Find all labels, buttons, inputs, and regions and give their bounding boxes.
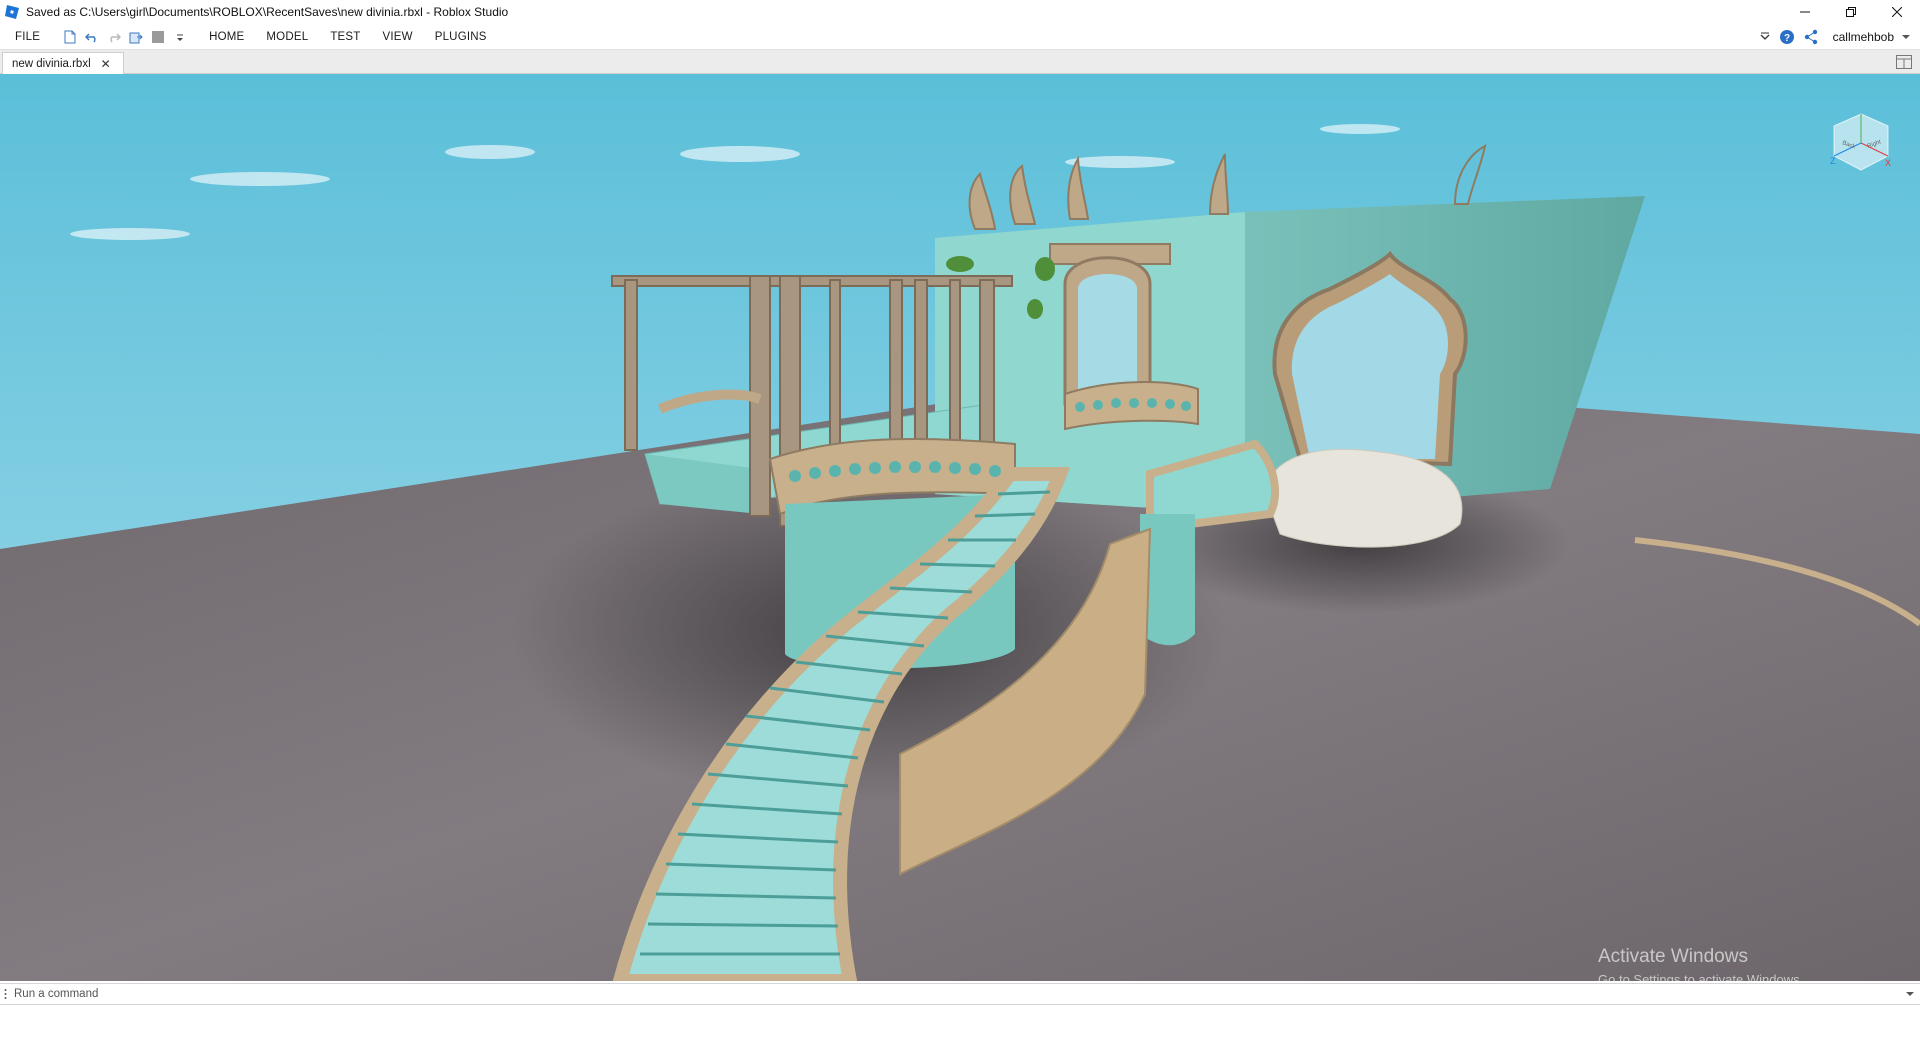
close-icon [1892,7,1902,17]
tab-view[interactable]: VIEW [372,31,424,43]
quick-access-toolbar [62,29,188,45]
document-tab-row: new divinia.rbxl ✕ [0,50,1920,74]
window-title: Saved as C:\Users\girl\Documents\ROBLOX\… [26,5,509,19]
collapse-ribbon-icon[interactable] [1759,31,1771,43]
bottom-empty-area [0,1005,1920,1040]
publish-icon[interactable] [128,29,144,45]
help-icon[interactable]: ? [1779,29,1795,45]
tab-test[interactable]: TEST [319,31,371,43]
scene-render [0,74,1920,981]
command-history-dropdown[interactable] [1900,985,1920,1003]
ribbon-menu-bar: FILE HOME MODEL TEST VIEW PLUGINS ? call… [0,24,1920,50]
command-bar [0,983,1920,1005]
watermark-title: Activate Windows [1598,946,1748,967]
undo-icon[interactable] [84,29,100,45]
svg-text:?: ? [1784,33,1790,44]
roblox-studio-icon [5,5,19,19]
pane-options-button[interactable] [1894,53,1914,71]
file-menu[interactable]: FILE [0,31,52,43]
share-icon[interactable] [1803,29,1819,45]
command-input[interactable] [10,985,1900,1003]
activate-windows-watermark: Activate Windows Go to Settings to activ… [1598,946,1803,981]
tab-model[interactable]: MODEL [255,31,319,43]
restore-button[interactable] [1828,0,1874,24]
document-tab[interactable]: new divinia.rbxl ✕ [2,52,124,74]
restore-icon [1846,7,1856,17]
chevron-down-icon [1906,992,1914,996]
username-label[interactable]: callmehbob [1833,30,1894,44]
3d-viewport[interactable]: Z X Back Right Activate Windows Go to Se… [0,74,1920,981]
axis-z-label: Z [1830,156,1836,166]
minimize-icon [1800,11,1810,13]
document-tab-label: new divinia.rbxl [12,57,91,70]
stop-icon[interactable] [150,29,166,45]
watermark-subtitle: Go to Settings to activate Windows. [1598,972,1804,981]
command-bar-grip[interactable] [0,986,10,1002]
user-dropdown-icon[interactable] [1902,34,1910,40]
close-tab-icon[interactable]: ✕ [101,57,111,71]
window-title-bar: Saved as C:\Users\girl\Documents\ROBLOX\… [0,0,1920,24]
window-layout-icon [1896,55,1912,69]
close-window-button[interactable] [1874,0,1920,24]
customize-icon[interactable] [172,29,188,45]
tab-plugins[interactable]: PLUGINS [424,31,498,43]
tab-home[interactable]: HOME [198,31,255,43]
axis-x-label: X [1885,158,1891,168]
redo-icon[interactable] [106,29,122,45]
view-cube[interactable]: Z X Back Right [1828,110,1894,176]
new-file-icon[interactable] [62,29,78,45]
minimize-button[interactable] [1782,0,1828,24]
